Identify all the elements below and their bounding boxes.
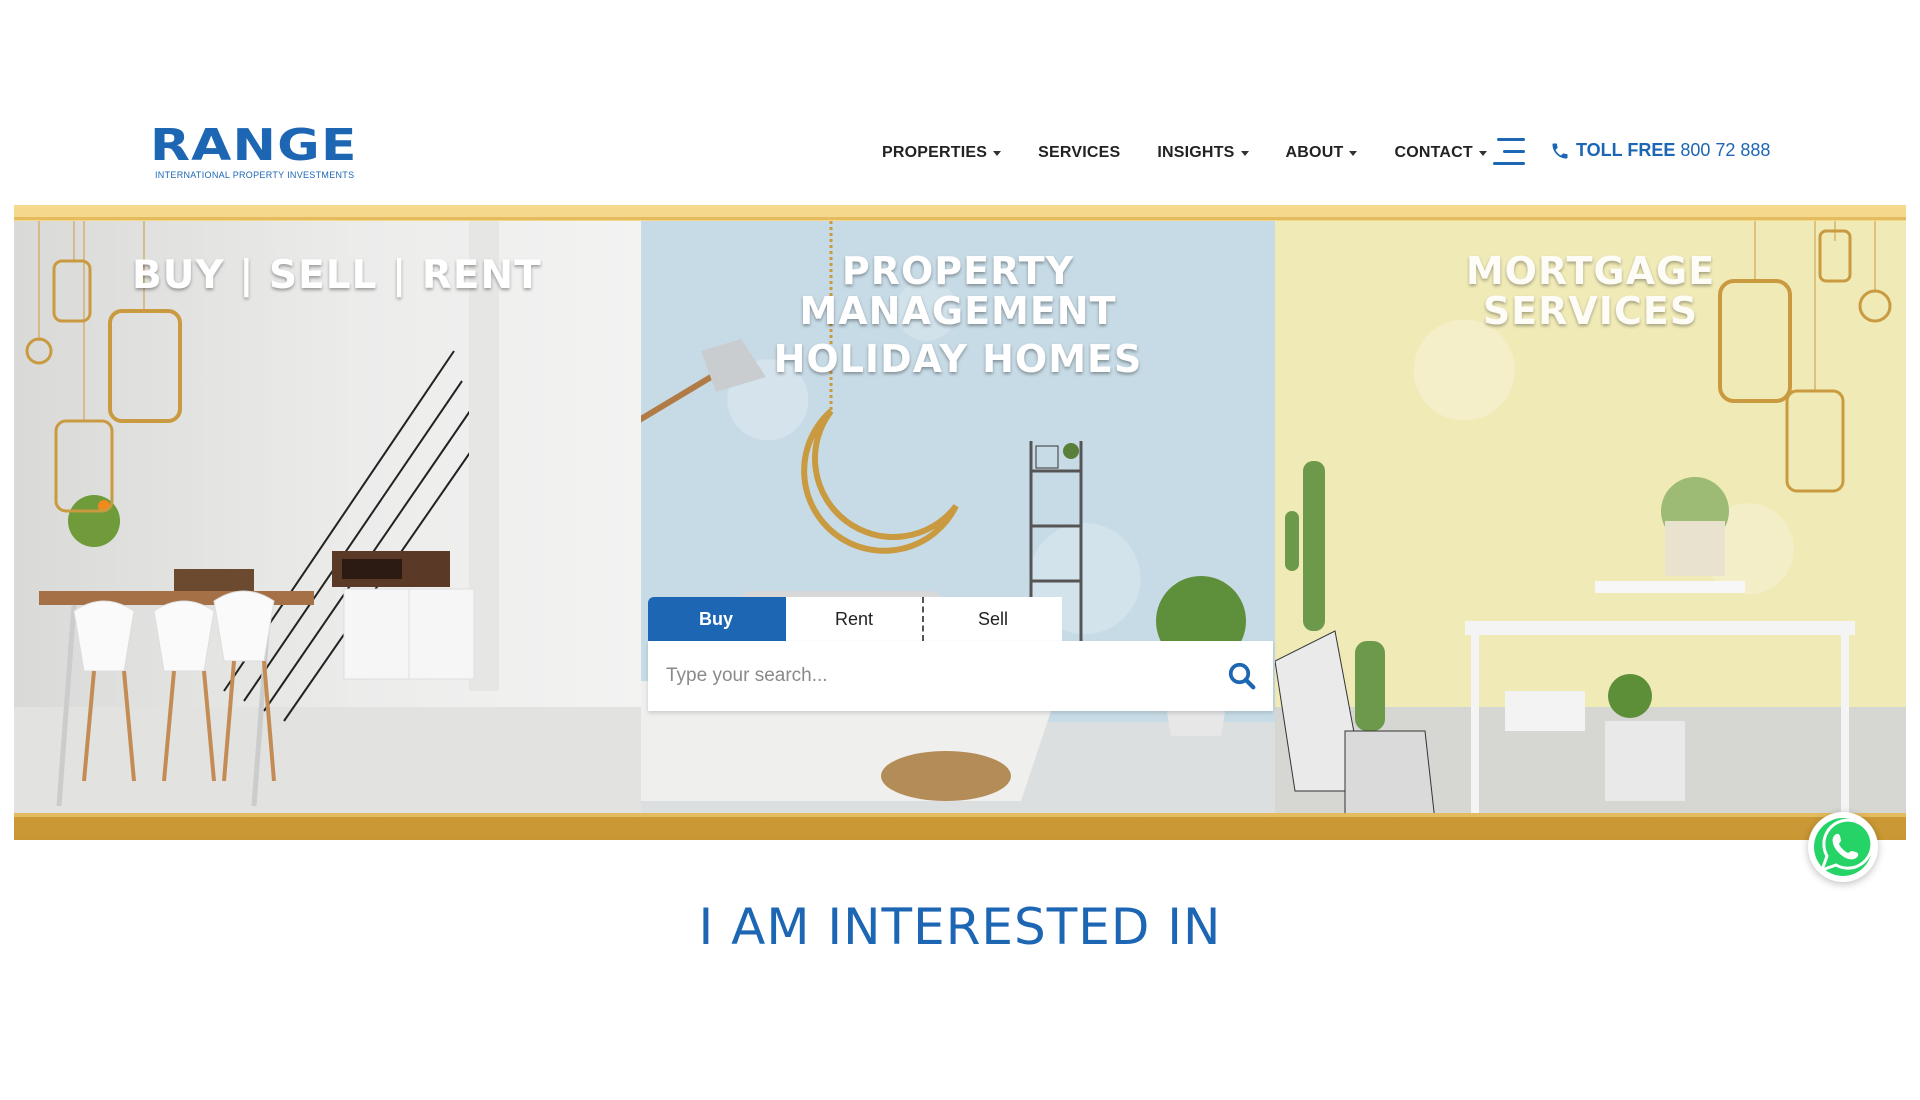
caret-down-icon: [1349, 150, 1358, 156]
toll-free-link[interactable]: TOLL FREE 800 72 888: [1550, 140, 1770, 161]
search-tabs: Buy Rent Sell: [648, 597, 1062, 641]
search-icon[interactable]: [1227, 661, 1257, 691]
whatsapp-icon: [1814, 818, 1874, 876]
logo-tagline: INTERNATIONAL PROPERTY INVESTMENTS: [155, 170, 355, 180]
search-bar: [648, 641, 1273, 711]
tab-rent[interactable]: Rent: [786, 597, 924, 641]
hero-title-line: PROPERTY: [841, 249, 1075, 293]
hero-title-line: MORTGAGE: [1465, 249, 1716, 293]
hero-panel-buy-sell-rent[interactable]: [14, 221, 641, 817]
nav-item-properties[interactable]: PROPERTIES: [882, 144, 1002, 162]
site-header: RANGE INTERNATIONAL PROPERTY INVESTMENTS…: [0, 0, 1920, 205]
gold-divider-bottom: [14, 813, 1906, 817]
hero-title-buy-sell-rent: BUY | SELL | RENT: [132, 253, 542, 298]
hero-banner: BUY | SELL | RENT PROPERTY MANAGEMENT HO…: [14, 205, 1906, 840]
site-logo[interactable]: RANGE INTERNATIONAL PROPERTY INVESTMENTS: [150, 124, 368, 181]
tab-sell[interactable]: Sell: [924, 597, 1062, 641]
main-nav: PROPERTIES SERVICES INSIGHTS ABOUT CONTA…: [882, 140, 1524, 166]
phone-icon: [1552, 143, 1568, 158]
hero-title-line: MANAGEMENT: [799, 289, 1117, 333]
hero-title-property-management: PROPERTY MANAGEMENT HOLIDAY HOMES: [641, 251, 1275, 379]
hero-title-line: HOLIDAY HOMES: [773, 337, 1143, 381]
whatsapp-button[interactable]: [1808, 812, 1878, 882]
nav-item-about[interactable]: ABOUT: [1286, 144, 1358, 162]
hamburger-icon[interactable]: [1493, 138, 1525, 166]
hero-title-mortgage-services: MORTGAGE SERVICES: [1275, 251, 1906, 331]
nav-item-label: CONTACT: [1394, 144, 1473, 161]
search-input[interactable]: [648, 665, 1188, 687]
hero-panels: BUY | SELL | RENT PROPERTY MANAGEMENT HO…: [14, 221, 1906, 817]
interior-illustration: [25, 221, 499, 807]
caret-down-icon: [1240, 150, 1249, 156]
section-title: I AM INTERESTED IN: [698, 898, 1222, 956]
nav-item-services[interactable]: SERVICES: [1038, 144, 1120, 162]
caret-down-icon: [993, 150, 1002, 156]
toll-free-label: TOLL FREE: [1576, 140, 1676, 160]
nav-item-label: SERVICES: [1038, 144, 1121, 161]
nav-item-label: INSIGHTS: [1157, 144, 1235, 161]
nav-item-label: ABOUT: [1285, 144, 1344, 161]
nav-item-label: PROPERTIES: [882, 144, 988, 161]
nav-item-insights[interactable]: INSIGHTS: [1157, 144, 1249, 162]
tab-buy[interactable]: Buy: [648, 597, 786, 641]
gold-divider-top: [14, 217, 1906, 220]
caret-down-icon: [1478, 150, 1487, 156]
logo-wordmark: RANGE: [150, 120, 358, 171]
hero-title-line: SERVICES: [1482, 289, 1699, 333]
toll-free-number: 800 72 888: [1680, 140, 1771, 160]
nav-item-contact[interactable]: CONTACT: [1394, 144, 1487, 162]
